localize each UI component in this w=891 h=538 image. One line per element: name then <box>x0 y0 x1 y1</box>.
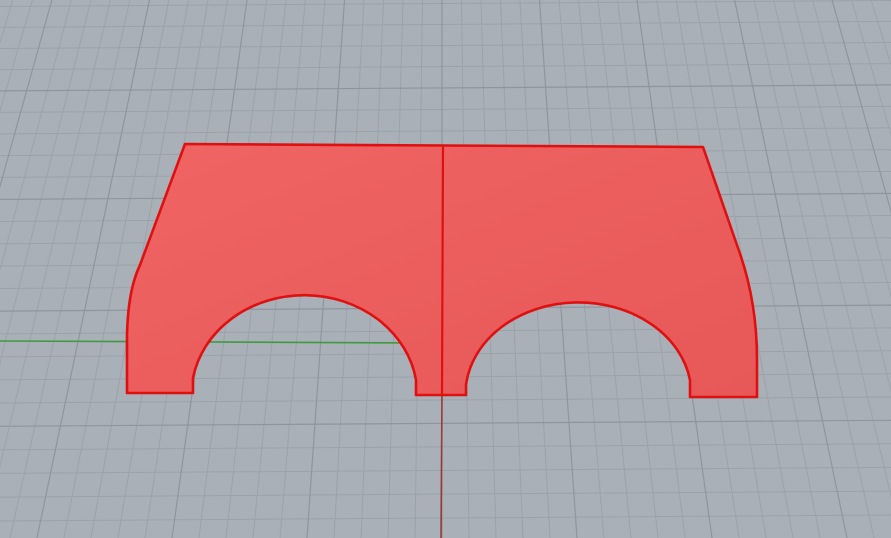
3d-viewport[interactable] <box>0 0 891 538</box>
surface-seam-edge <box>440 144 445 396</box>
viewport-canvas[interactable] <box>0 0 891 538</box>
y-axis-line <box>440 391 443 538</box>
